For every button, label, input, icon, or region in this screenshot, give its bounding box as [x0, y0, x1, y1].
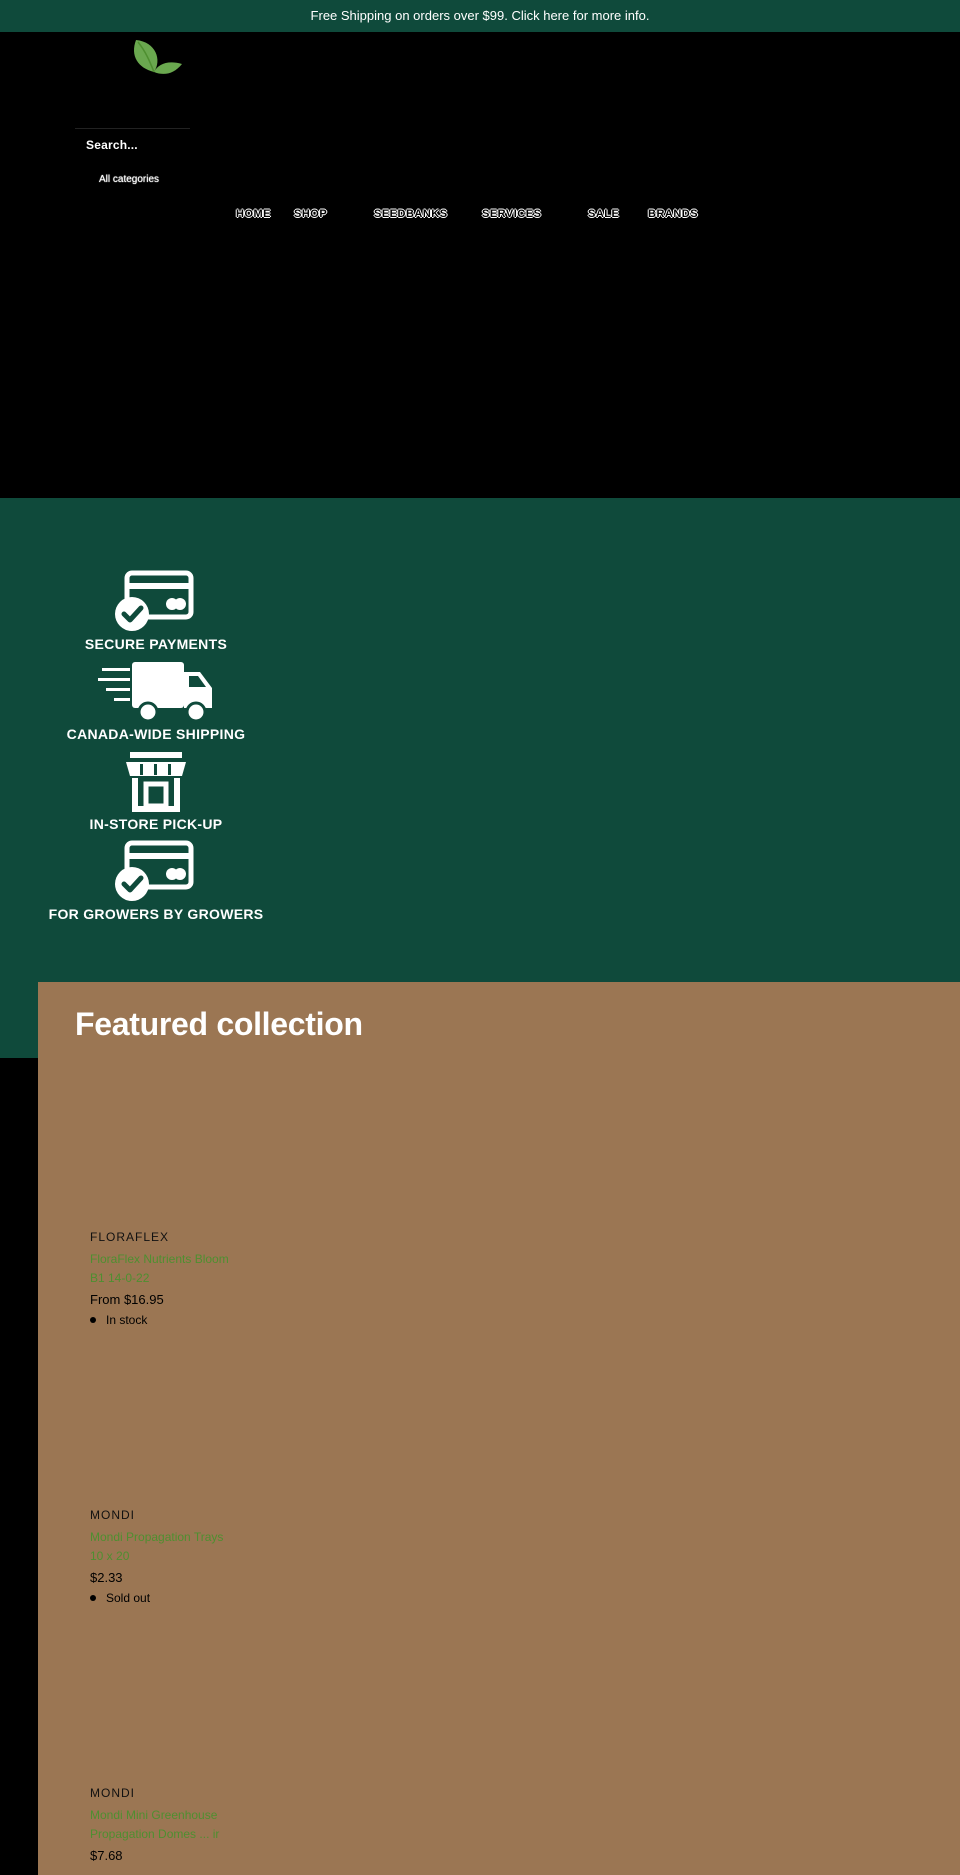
nav-seedbanks[interactable]: SEEDBANKS [374, 208, 448, 220]
feature-shipping: CANADA-WIDE SHIPPING [0, 660, 312, 742]
credit-card-check-icon [115, 840, 194, 901]
feature-growers: FOR GROWERS BY GROWERS [0, 840, 312, 922]
feature-label: IN-STORE PICK-UP [89, 816, 223, 832]
product-title-link[interactable]: FloraFlex Nutrients Bloom B1 14-0-22 [90, 1250, 240, 1288]
logo-leaf-icon[interactable] [128, 38, 184, 84]
announcement-text[interactable]: Free Shipping on orders over $99. Click … [311, 8, 650, 23]
stock-status: In stock [90, 1313, 290, 1327]
features-section: SECURE PAYMENTS CANADA-WIDE SHIPPING IN-… [0, 498, 960, 1058]
product-card[interactable]: MONDI Mondi Mini Greenhouse Propagation … [90, 1786, 290, 1863]
nav-shop[interactable]: SHOP [294, 208, 327, 220]
nav-services[interactable]: SERVICES [482, 208, 541, 220]
product-vendor: FLORAFLEX [90, 1230, 170, 1244]
product-card[interactable]: MONDI Mondi Propagation Trays 10 x 20 $2… [90, 1508, 290, 1605]
storefront-icon [126, 752, 186, 812]
product-price: $7.68 [90, 1848, 123, 1863]
featured-title: Featured collection [75, 1006, 363, 1042]
credit-card-check-icon [115, 570, 194, 631]
feature-secure-payments: SECURE PAYMENTS [0, 570, 312, 652]
product-price: From $16.95 [90, 1292, 164, 1307]
nav-sale[interactable]: SALE [588, 208, 619, 220]
product-vendor: MONDI [90, 1786, 135, 1800]
delivery-truck-icon [98, 662, 212, 723]
product-card[interactable]: FLORAFLEX FloraFlex Nutrients Bloom B1 1… [90, 1230, 290, 1327]
feature-pickup: IN-STORE PICK-UP [0, 750, 312, 832]
search-input[interactable]: Search... [86, 138, 138, 152]
stock-status: Sold out [90, 1591, 290, 1605]
nav-brands[interactable]: BRANDS [648, 208, 698, 220]
site-header: Search... All categories HOME SHOP SEEDB… [0, 32, 960, 498]
feature-label: CANADA-WIDE SHIPPING [66, 726, 246, 742]
feature-label: SECURE PAYMENTS [84, 636, 228, 652]
featured-collection: Featured collection FLORAFLEX FloraFlex … [38, 982, 960, 1875]
logo-divider [75, 128, 190, 129]
announcement-bar[interactable]: Free Shipping on orders over $99. Click … [0, 0, 960, 32]
main-navigation: HOME SHOP SEEDBANKS SERVICES SALE BRANDS [0, 208, 960, 228]
product-vendor: MONDI [90, 1508, 135, 1522]
nav-home[interactable]: HOME [236, 208, 271, 220]
category-select[interactable]: All categories [84, 174, 174, 186]
product-title-link[interactable]: Mondi Mini Greenhouse Propagation Domes … [90, 1806, 240, 1844]
feature-label: FOR GROWERS BY GROWERS [48, 906, 264, 922]
product-title-link[interactable]: Mondi Propagation Trays 10 x 20 [90, 1528, 240, 1566]
product-price: $2.33 [90, 1570, 123, 1585]
